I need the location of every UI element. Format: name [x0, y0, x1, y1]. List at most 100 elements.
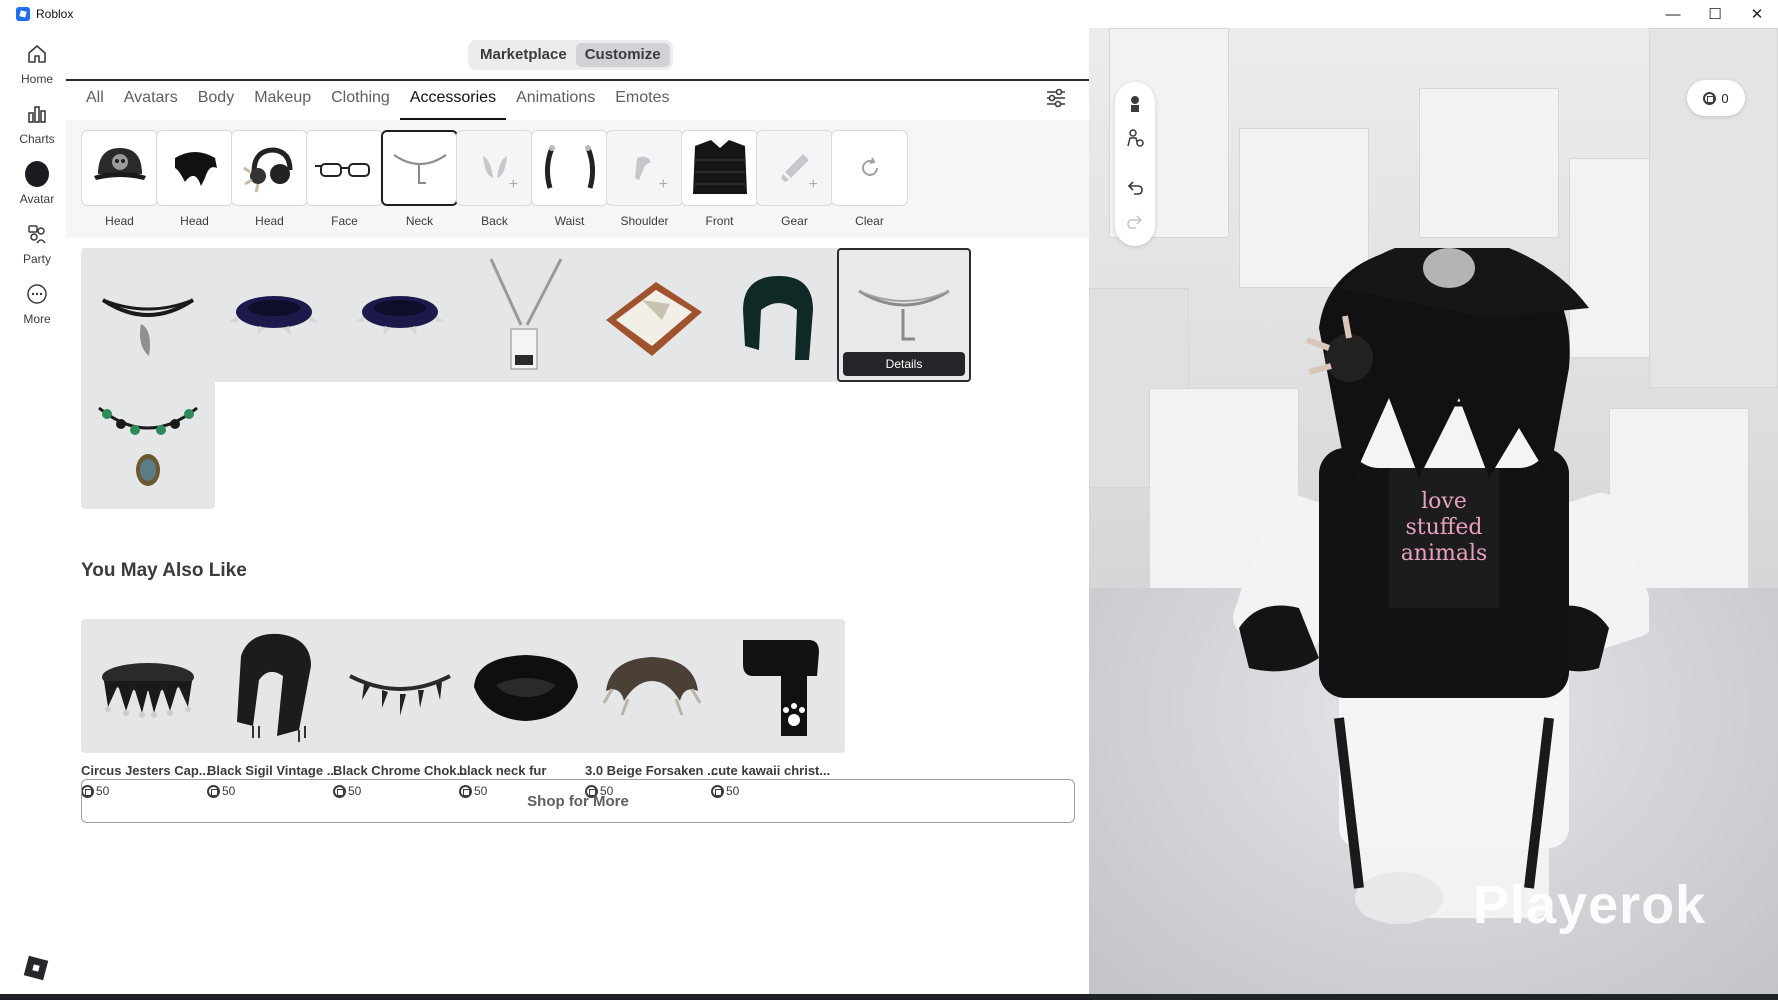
robux-balance[interactable]: 0: [1687, 80, 1745, 116]
rec-thumbnail: [81, 619, 215, 753]
undo-icon[interactable]: [1123, 176, 1147, 200]
slot-head-1[interactable]: Head: [81, 130, 158, 228]
chain-necklace-icon: [858, 289, 950, 341]
rec-item[interactable]: cute kawaii christ... 50: [711, 619, 845, 798]
headphones-icon: [242, 147, 292, 193]
slot-label: Neck: [405, 214, 434, 228]
slot-head-3[interactable]: Head: [231, 130, 308, 228]
scene-block: [1419, 88, 1559, 238]
slot-label: Head: [180, 214, 209, 228]
rec-thumbnail: [207, 619, 341, 753]
rec-thumbnail: [711, 619, 845, 753]
rec-item[interactable]: Black Sigil Vintage ... 50: [207, 619, 341, 798]
rec-item[interactable]: 3.0 Beige Forsaken ... 50: [585, 619, 719, 798]
scarf-icon: [743, 276, 813, 360]
avatar-view-icon[interactable]: [1123, 92, 1147, 116]
slot-waist[interactable]: Waist: [531, 130, 608, 228]
chains-icon: [544, 145, 595, 189]
rec-item[interactable]: Black Chrome Chok... 50: [333, 619, 467, 798]
rec-item[interactable]: Circus Jesters Cap... 50: [81, 619, 215, 798]
slot-label: Front: [705, 214, 734, 228]
party-icon: [25, 222, 49, 246]
avatar-preview-scene[interactable]: love stuffed animals 0 Playerok: [1089, 28, 1778, 994]
inventory-item[interactable]: [459, 248, 593, 382]
tab-emotes[interactable]: Emotes: [605, 88, 679, 120]
customize-panel: Marketplace Customize All Avatars Body M…: [66, 28, 1089, 994]
slot-neck[interactable]: Neck: [381, 130, 458, 228]
roblox-mark-icon: [23, 955, 49, 981]
rec-item-name: 3.0 Beige Forsaken ...: [585, 763, 718, 778]
inventory-item[interactable]: [207, 248, 341, 382]
roblox-window: Roblox — ☐ ✕ Home Charts Avatar Party Mo…: [0, 0, 1778, 994]
slot-label: Clear: [855, 214, 884, 228]
inventory-item[interactable]: [585, 248, 719, 382]
window-controls: — ☐ ✕: [1652, 0, 1778, 28]
rec-thumbnail: [585, 619, 719, 753]
sidebar-item-label: Home: [20, 72, 53, 86]
sidebar-item-party[interactable]: Party: [8, 222, 66, 266]
rec-item-name: black neck fur: [459, 763, 547, 778]
tab-animations[interactable]: Animations: [506, 88, 605, 120]
sidebar-item-label: Avatar: [19, 192, 55, 206]
rec-item[interactable]: black neck fur 50: [459, 619, 593, 798]
tab-clothing[interactable]: Clothing: [321, 88, 400, 120]
slot-label: Gear: [781, 214, 808, 228]
refresh-icon: [861, 157, 878, 176]
filter-sliders-icon[interactable]: [1044, 86, 1068, 110]
avatar-character: love stuffed animals: [1233, 248, 1649, 924]
inventory-item[interactable]: [81, 375, 215, 509]
avatar-icon: [25, 161, 49, 187]
title-bar: Roblox — ☐ ✕: [0, 0, 1778, 28]
slot-gear[interactable]: + Gear: [756, 130, 833, 228]
tab-all[interactable]: All: [76, 88, 114, 120]
shop-for-more-button[interactable]: Shop for More: [81, 779, 1075, 823]
spiked-collar-icon: [355, 296, 445, 336]
sidebar-item-home[interactable]: Home: [8, 42, 66, 86]
sidebar-item-label: Charts: [19, 132, 55, 146]
slot-thumbnail: +: [756, 130, 833, 206]
inventory-item[interactable]: [81, 248, 215, 382]
marketplace-tab[interactable]: Marketplace: [471, 43, 576, 67]
inventory-item-selected[interactable]: Details: [837, 248, 971, 382]
customize-tab[interactable]: Customize: [575, 43, 670, 67]
robux-icon: [1703, 91, 1717, 105]
close-button[interactable]: ✕: [1736, 0, 1778, 28]
slot-face[interactable]: Face: [306, 130, 383, 228]
sidebar-item-charts[interactable]: Charts: [8, 102, 66, 146]
sidebar-item-avatar[interactable]: Avatar: [8, 161, 66, 206]
taskbar: [0, 994, 1778, 1000]
rec-item-name: Black Sigil Vintage ...: [207, 763, 338, 778]
jester-collar-icon: [102, 663, 194, 718]
details-button[interactable]: Details: [843, 352, 965, 376]
tab-makeup[interactable]: Makeup: [244, 88, 321, 120]
slot-shoulder[interactable]: + Shoulder: [606, 130, 683, 228]
slot-thumbnail: [531, 130, 608, 206]
inventory-item[interactable]: [711, 248, 845, 382]
paw-scarf-icon: [743, 640, 819, 736]
category-tabs: All Avatars Body Makeup Clothing Accesso…: [76, 88, 679, 120]
slot-back[interactable]: + Back: [456, 130, 533, 228]
glasses-icon: [314, 163, 370, 177]
slot-front[interactable]: Front: [681, 130, 758, 228]
redo-icon[interactable]: [1123, 210, 1147, 234]
minimize-button[interactable]: —: [1652, 0, 1694, 28]
maximize-button[interactable]: ☐: [1694, 0, 1736, 28]
sigil-scarf-icon: [237, 633, 311, 742]
svg-text:love: love: [1421, 489, 1467, 514]
slot-clear[interactable]: Clear: [831, 130, 908, 228]
more-icon: [25, 282, 49, 306]
sidebar-item-label: More: [23, 312, 51, 326]
spiked-collar-icon: [229, 296, 319, 336]
roblox-logo-icon: [16, 7, 30, 21]
tabbar-divider: [66, 79, 1089, 81]
tab-body[interactable]: Body: [188, 88, 244, 120]
tab-accessories[interactable]: Accessories: [399, 88, 507, 120]
slot-head-2[interactable]: Head: [156, 130, 233, 228]
slot-label: Face: [331, 214, 358, 228]
avatar-settings-icon[interactable]: [1123, 126, 1147, 150]
inventory-item[interactable]: [333, 248, 467, 382]
tab-avatars[interactable]: Avatars: [114, 88, 188, 120]
fur-collar-icon: [602, 657, 702, 716]
slot-thumbnail: +: [456, 130, 533, 206]
sidebar-item-more[interactable]: More: [8, 282, 66, 326]
